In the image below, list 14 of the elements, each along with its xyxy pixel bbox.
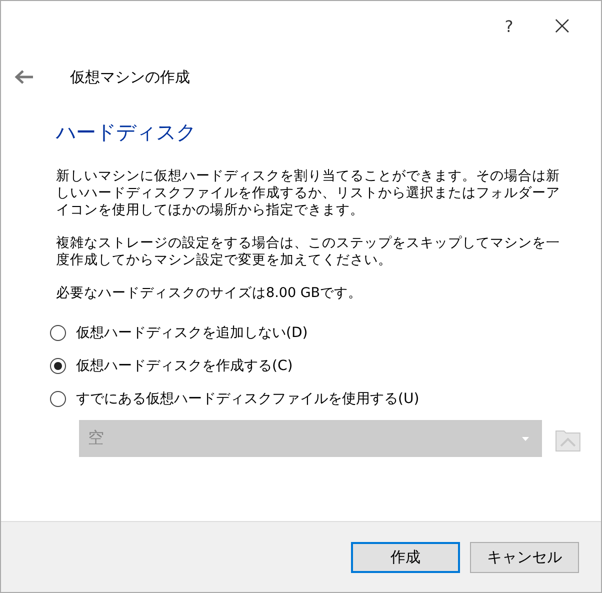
help-button[interactable]: ?	[504, 16, 514, 36]
description-text: 複雑なストレージの設定をする場合は、このステップをスキップしてマシンを一度作成してからマシン設定で変更を加えてください。	[56, 235, 561, 269]
radio-option[interactable]: すでにある仮想ハードディスクファイルを使用する(U)	[50, 388, 581, 410]
description-text: 必要なハードディスクのサイズは8.00 GBです。	[56, 285, 364, 302]
caret-icon	[522, 436, 530, 440]
dialog-button[interactable]: キャンセル	[470, 542, 579, 572]
radio-option[interactable]: 仮想ハードディスクを追加しない(D)	[50, 322, 581, 344]
page-heading: ハードディスク	[56, 119, 197, 146]
close-button[interactable]: ×	[551, 11, 573, 41]
wizard-title: 仮想マシンの作成	[70, 68, 190, 86]
description-text: 新しいマシンに仮想ハードディスクを割り当てることができます。その場合は新しいハードディスクファイルを作成するか、リストから選択またはフォルダーアイコンを使用してほかの場所から指定できます。	[56, 168, 561, 219]
dialog-button[interactable]: 作成	[351, 542, 460, 572]
radio-option[interactable]: 仮想ハードディスクを作成する(C)	[50, 355, 581, 377]
back-arrow-icon[interactable]	[14, 70, 34, 84]
